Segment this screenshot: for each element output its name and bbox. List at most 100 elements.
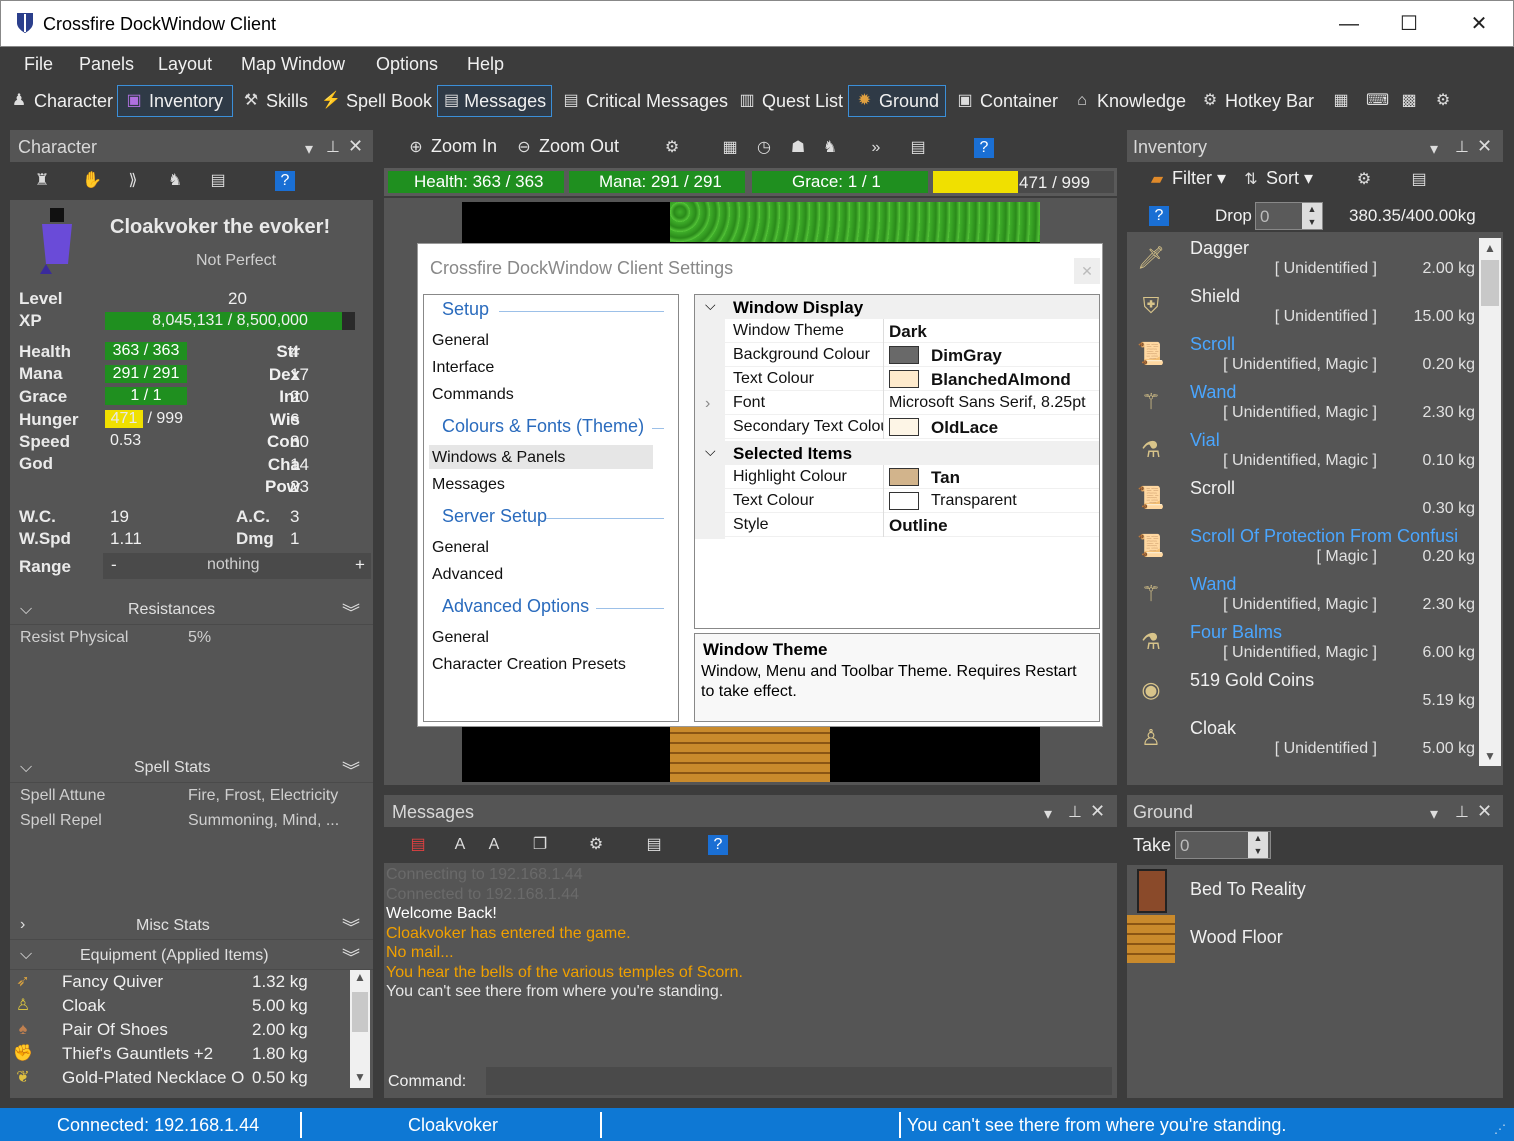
close-icon[interactable]: ✕ [348, 136, 363, 157]
pet-icon[interactable]: ♞ [820, 138, 840, 158]
nav-item-messages[interactable]: Messages [432, 476, 505, 494]
equipment-scrollbar[interactable]: ▲ ▼ [350, 970, 370, 1088]
pet-icon[interactable]: ♞ [165, 171, 185, 191]
list-item[interactable]: ✊ Thief's Gauntlets +2 1.80 kg [10, 1042, 350, 1066]
settings-gear-icon[interactable]: ⚙ [1354, 170, 1374, 190]
clock-icon[interactable]: ◷ [754, 138, 774, 158]
stepper-arrows-icon[interactable]: ▲ ▼ [1302, 203, 1322, 229]
help-icon[interactable]: ? [275, 171, 295, 191]
tab-ground[interactable]: ✹ Ground [848, 85, 946, 117]
tab-messages[interactable]: ▤ Messages [437, 85, 552, 117]
layout-icon[interactable]: ▤ [1409, 170, 1429, 190]
font-increase-icon[interactable]: A [450, 835, 470, 855]
list-item[interactable]: 📜 Scroll Of Protection From Confusi [ Magi… [1127, 524, 1477, 572]
equipment-header[interactable]: ⌵ Equipment (Applied Items) ︾ [10, 942, 373, 970]
hand-icon[interactable]: ✋ [82, 171, 102, 191]
scroll-up-icon[interactable]: ▲ [350, 970, 370, 988]
sort-button[interactable]: ⇅ Sort ▾ [1241, 168, 1313, 190]
layout-icon[interactable]: ▤ [908, 138, 928, 158]
list-item[interactable]: ⚗ Four Balms [ Unidentified, Magic ] 6.00 k… [1127, 620, 1477, 668]
tab-spell-book[interactable]: ⚡ Spell Book [314, 85, 439, 117]
inventory-scrollbar[interactable]: ▲ ▼ [1479, 238, 1501, 766]
property-value[interactable]: DimGray [931, 346, 1002, 366]
tab-hotkey-bar[interactable]: ⚙ Hotkey Bar [1193, 85, 1321, 117]
property-row[interactable]: Text Colour BlanchedAlmond [725, 367, 1099, 391]
font-decrease-icon[interactable]: A [484, 835, 504, 855]
list-item[interactable]: ❦ Gold-Plated Necklace O 0.50 kg [10, 1066, 350, 1090]
nav-item-windows-panels[interactable]: Windows & Panels [432, 449, 565, 467]
maximize-button[interactable]: ☐ [1379, 7, 1439, 41]
pin-icon[interactable]: ⊥ [1455, 802, 1469, 822]
take-quantity-stepper[interactable]: 0 ▲ ▼ [1175, 831, 1271, 859]
tab-container[interactable]: ▣ Container [948, 85, 1065, 117]
nav-item-general[interactable]: General [432, 332, 489, 350]
property-row[interactable]: Secondary Text Colour OldLace [725, 415, 1099, 439]
list-item[interactable]: ➶ Fancy Quiver 1.32 kg [10, 970, 350, 994]
list-item[interactable]: ♠ Pair Of Shoes 2.00 kg [10, 1018, 350, 1042]
property-row[interactable]: Highlight Colour Tan [725, 465, 1099, 489]
menu-file[interactable]: File [24, 54, 53, 75]
menu-options[interactable]: Options [376, 54, 438, 75]
list-item[interactable]: ♙ Cloak [ Unidentified ] 5.00 kg [1127, 716, 1477, 764]
list-item[interactable]: 📜 Scroll 0.30 kg [1127, 476, 1477, 524]
help-icon[interactable]: ? [708, 835, 728, 855]
layout-icon[interactable]: ▤ [644, 835, 664, 855]
settings-gear-icon[interactable]: ⚙ [1433, 91, 1453, 111]
category-window-display[interactable]: ⌵ Window Display [695, 295, 1099, 319]
zoom-out-button[interactable]: ⊖ Zoom Out [514, 136, 619, 158]
tab-inventory[interactable]: ▣ Inventory [117, 85, 233, 117]
close-icon[interactable]: ✕ [1090, 801, 1105, 822]
pin-icon[interactable]: ⊥ [1455, 137, 1469, 157]
collapse-all-icon[interactable]: ︾ [342, 914, 360, 940]
dropdown-arrow-icon[interactable]: ▾ [1430, 139, 1438, 159]
pin-icon[interactable]: ⊥ [1068, 802, 1082, 822]
list-item[interactable]: 📜 Scroll [ Unidentified, Magic ] 0.20 kg [1127, 332, 1477, 380]
list-item[interactable]: ♙ Cloak 5.00 kg [10, 994, 350, 1018]
property-value[interactable]: BlanchedAlmond [931, 370, 1071, 390]
layout-icon[interactable]: ▤ [208, 171, 228, 191]
nav-item-advanced[interactable]: Advanced [432, 566, 503, 584]
property-value[interactable]: Tan [931, 468, 960, 488]
list-item[interactable]: ⚚ Wand [ Unidentified, Magic ] 2.30 kg [1127, 380, 1477, 428]
scroll-down-icon[interactable]: ▼ [1479, 746, 1501, 766]
tab-critical-messages[interactable]: ▤ Critical Messages [554, 85, 735, 117]
tab-knowledge[interactable]: ⌂ Knowledge [1065, 85, 1193, 117]
settings-gear-icon[interactable]: ⚙ [662, 138, 682, 158]
equipment-icon[interactable]: ♜ [32, 171, 52, 191]
zoom-in-button[interactable]: ⊕ Zoom In [406, 136, 497, 158]
property-row[interactable]: Style Outline [725, 513, 1099, 537]
stepper-arrows-icon[interactable]: ▲ ▼ [1248, 832, 1268, 858]
category-selected-items[interactable]: ⌵ Selected Items [695, 441, 1099, 465]
tab-quest-list[interactable]: ▥ Quest List [730, 85, 850, 117]
dropdown-arrow-icon[interactable]: ▾ [305, 139, 313, 159]
scroll-thumb[interactable] [352, 992, 368, 1032]
scroll-up-icon[interactable]: ▲ [1479, 238, 1501, 258]
property-value[interactable]: OldLace [931, 418, 998, 438]
command-input[interactable] [486, 1067, 1112, 1095]
property-row[interactable]: Text Colour Transparent [725, 489, 1099, 513]
nav-item-general[interactable]: General [432, 629, 489, 647]
range-prev-button[interactable]: - [111, 555, 117, 575]
keyboard-icon[interactable]: ⌨ [1366, 91, 1389, 111]
resize-grip-icon[interactable]: ⋰ [1494, 1122, 1506, 1136]
clear-messages-icon[interactable]: ▤ [408, 835, 428, 855]
drop-quantity-stepper[interactable]: 0 ▲ ▼ [1255, 202, 1323, 230]
collapse-all-icon[interactable]: ︾ [342, 944, 360, 970]
property-value[interactable]: Microsoft Sans Serif, 8.25pt [889, 394, 1086, 412]
help-icon[interactable]: ? [974, 138, 994, 158]
list-item[interactable]: ⛨ Shield [ Unidentified ] 15.00 kg [1127, 284, 1477, 332]
property-row[interactable]: Background Colour DimGray [725, 343, 1099, 367]
list-item[interactable]: ⚗ Vial[ Unidentified, Magic ] 0.10 kg [1127, 428, 1477, 476]
tab-skills[interactable]: ⚒ Skills [234, 85, 315, 117]
property-row[interactable]: Font Microsoft Sans Serif, 8.25pt [725, 391, 1099, 415]
pin-icon[interactable]: ⊥ [326, 137, 340, 157]
tab-character[interactable]: ♟ Character [2, 85, 120, 117]
close-button[interactable]: ✕ [1449, 7, 1509, 41]
resistances-header[interactable]: ⌵ Resistances ︾ [10, 597, 373, 625]
scroll-thumb[interactable] [1481, 260, 1499, 306]
menu-layout[interactable]: Layout [158, 54, 212, 75]
property-value[interactable]: Dark [889, 322, 927, 342]
settings-gear-icon[interactable]: ⚙ [586, 835, 606, 855]
collapse-all-icon[interactable]: ︾ [342, 757, 360, 783]
close-icon[interactable]: ✕ [1477, 136, 1492, 157]
